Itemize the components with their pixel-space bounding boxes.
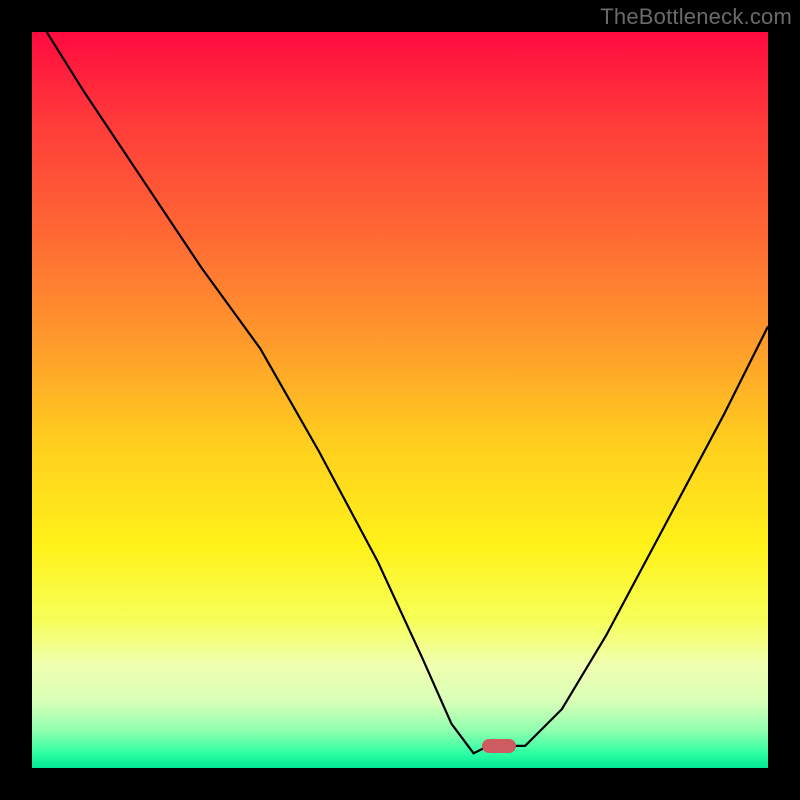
chart-frame: TheBottleneck.com — [0, 0, 800, 800]
bottleneck-curve — [32, 32, 768, 768]
plot-area — [32, 32, 768, 768]
optimal-marker — [482, 739, 516, 753]
watermark-text: TheBottleneck.com — [600, 4, 792, 30]
curve-line — [47, 32, 768, 753]
